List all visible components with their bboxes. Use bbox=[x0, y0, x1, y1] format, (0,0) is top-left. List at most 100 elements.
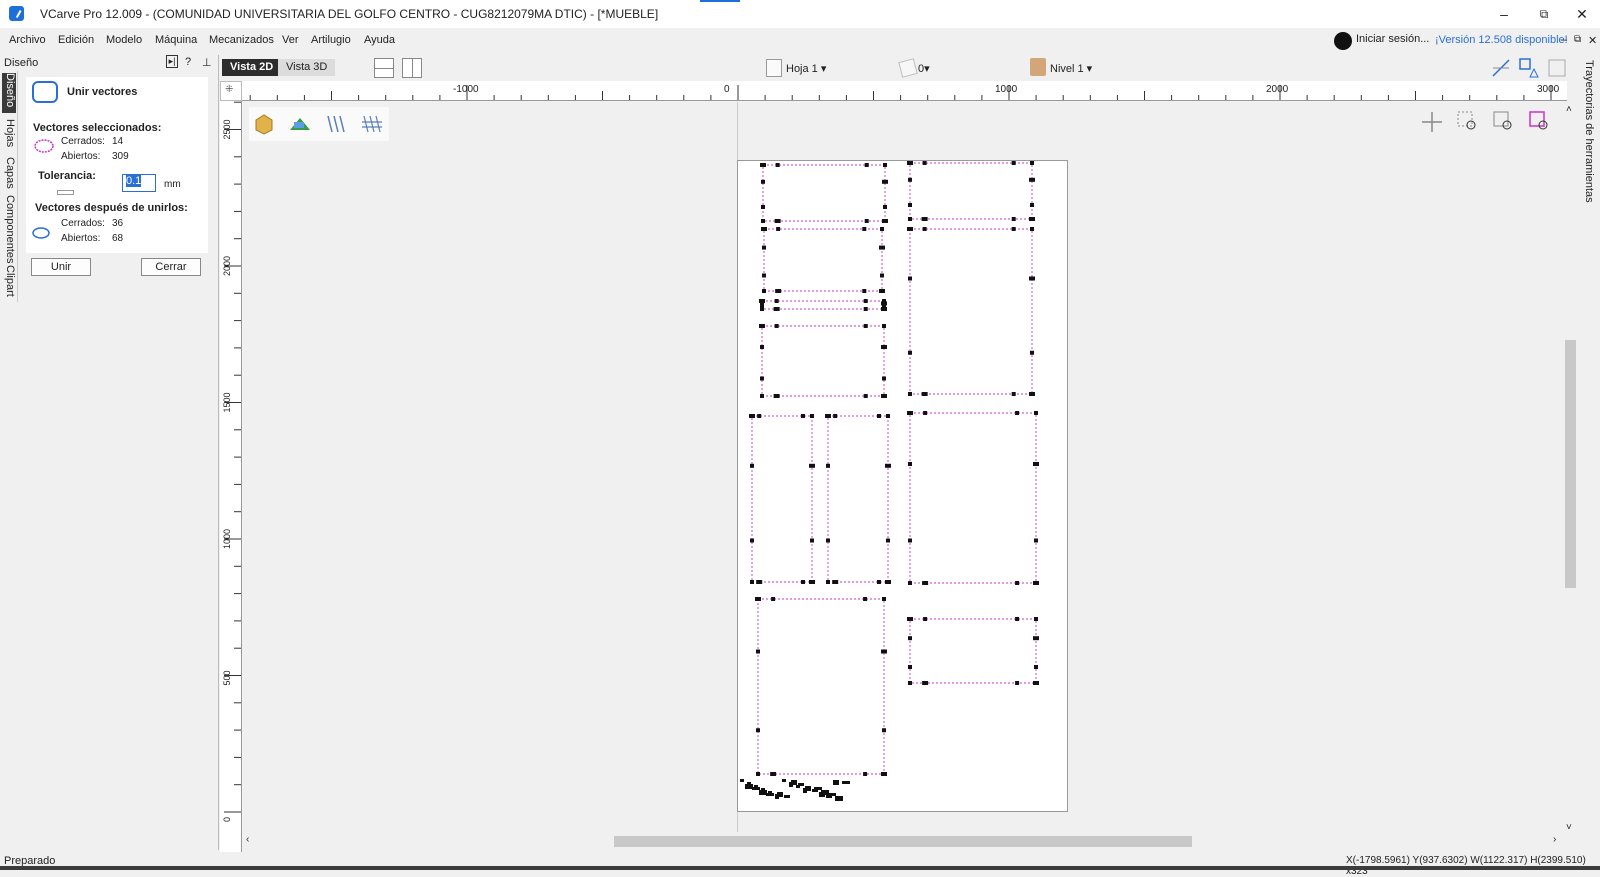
join-button[interactable]: Unir bbox=[31, 258, 91, 276]
small-part-node bbox=[833, 780, 839, 785]
tab-hojas[interactable]: Hojas bbox=[2, 119, 16, 153]
zoom-material-icon[interactable] bbox=[1528, 110, 1552, 134]
scroll-down-arrow[interactable]: ˅ bbox=[1566, 822, 1572, 833]
vector-part-outline[interactable] bbox=[909, 618, 1037, 684]
vector-node bbox=[886, 414, 890, 418]
vector-node bbox=[755, 597, 761, 601]
vector-node bbox=[809, 580, 815, 584]
small-part-node bbox=[759, 790, 767, 795]
split-horizontal-icon[interactable] bbox=[374, 58, 394, 78]
vector-part-outline[interactable] bbox=[757, 598, 885, 775]
toolpaths-panel-tab[interactable]: Trayectorias de herramientas bbox=[1583, 60, 1595, 203]
vector-part-outline[interactable] bbox=[827, 415, 889, 583]
vector-node bbox=[1029, 392, 1035, 396]
vector-node bbox=[1033, 681, 1039, 685]
restore-button[interactable]: ⧉ bbox=[1534, 5, 1554, 23]
vector-node bbox=[885, 580, 891, 584]
vector-node bbox=[775, 163, 780, 167]
tab-capas[interactable]: Capas bbox=[2, 157, 16, 191]
vector-node bbox=[880, 227, 884, 231]
tab-clipart[interactable]: Clipart bbox=[2, 265, 16, 301]
menu-archivo[interactable]: Archivo bbox=[9, 34, 46, 46]
tolerance-input[interactable]: 0.1 bbox=[122, 174, 156, 192]
vector-node bbox=[908, 462, 912, 466]
vector-node bbox=[756, 580, 763, 584]
vector-node bbox=[826, 538, 830, 543]
toolpath-cross-icon[interactable] bbox=[360, 112, 384, 136]
pin-icon[interactable]: ⊥ bbox=[202, 56, 212, 69]
user-account-icon[interactable] bbox=[1334, 32, 1352, 50]
vector-node bbox=[1034, 665, 1038, 669]
closed-label: Cerrados: bbox=[61, 136, 105, 147]
tab-componentes[interactable]: Componentes bbox=[2, 195, 16, 264]
scroll-right-arrow[interactable]: › bbox=[1553, 834, 1556, 845]
zoom-extents-icon[interactable] bbox=[1492, 110, 1516, 134]
tab-diseno[interactable]: Diseño bbox=[2, 73, 16, 113]
mdi-close-button[interactable]: ✕ bbox=[1588, 34, 1597, 47]
after-open-value: 68 bbox=[112, 233, 124, 244]
vector-node bbox=[826, 463, 830, 468]
signin-link[interactable]: Iniciar sesión... bbox=[1356, 33, 1429, 45]
vector-node bbox=[908, 581, 912, 585]
vector-node bbox=[1011, 217, 1016, 221]
menu-ver[interactable]: Ver bbox=[282, 34, 299, 46]
vector-part-outline[interactable] bbox=[909, 412, 1037, 584]
sheet-selector[interactable]: Hoja 1 ▾ bbox=[786, 62, 826, 75]
scroll-up-arrow[interactable]: ˄ bbox=[1566, 104, 1572, 115]
vector-node bbox=[886, 538, 890, 543]
pan-icon[interactable] bbox=[1420, 110, 1444, 134]
close-button[interactable]: Cerrar bbox=[141, 258, 201, 276]
vector-part-outline[interactable] bbox=[761, 325, 885, 397]
vector-part-outline[interactable] bbox=[909, 228, 1033, 395]
split-vertical-icon[interactable] bbox=[402, 58, 422, 78]
vector-node bbox=[882, 305, 886, 309]
material-setup-icon[interactable] bbox=[252, 112, 276, 136]
menu-maquina[interactable]: Máquina bbox=[155, 34, 197, 46]
help-icon[interactable]: ? bbox=[185, 56, 191, 68]
vector-node bbox=[882, 219, 888, 223]
vector-node bbox=[908, 203, 912, 207]
grid-icon[interactable] bbox=[1546, 57, 1568, 79]
tab-vista-3d[interactable]: Vista 3D bbox=[278, 59, 336, 76]
vector-node bbox=[1029, 177, 1035, 182]
toolpath-waves-icon[interactable] bbox=[324, 112, 348, 136]
zoom-box-icon[interactable] bbox=[1456, 110, 1480, 134]
vector-part-outline[interactable] bbox=[762, 164, 886, 222]
panel-collapse-icon[interactable]: ▸| bbox=[166, 55, 178, 68]
vector-part-outline[interactable] bbox=[751, 415, 813, 583]
close-window-button[interactable]: ✕ bbox=[1572, 5, 1592, 23]
menu-ayuda[interactable]: Ayuda bbox=[364, 34, 395, 46]
vertical-scroll-thumb[interactable] bbox=[1565, 340, 1576, 588]
horizontal-scroll-thumb[interactable] bbox=[614, 836, 1192, 847]
vector-part-outline[interactable] bbox=[909, 162, 1033, 220]
ruler-x-label: 0 bbox=[724, 84, 730, 95]
snap-icon[interactable] bbox=[1490, 57, 1512, 79]
vector-part-outline[interactable] bbox=[763, 228, 883, 292]
mdi-minimize-button[interactable]: – bbox=[1561, 34, 1567, 46]
menu-artilugio[interactable]: Artilugio bbox=[311, 34, 351, 46]
menu-edicion[interactable]: Edición bbox=[58, 34, 94, 46]
menu-mecanizados[interactable]: Mecanizados bbox=[209, 34, 274, 46]
vector-node bbox=[761, 227, 767, 231]
shape-snap-icon[interactable] bbox=[1518, 57, 1540, 79]
material-sheet[interactable] bbox=[737, 160, 1068, 812]
tab-vista-2d[interactable]: Vista 2D bbox=[222, 59, 282, 76]
level-selector[interactable]: Nivel 1 ▾ bbox=[1050, 62, 1092, 75]
panel-splitter[interactable] bbox=[218, 55, 219, 850]
menu-modelo[interactable]: Modelo bbox=[106, 34, 142, 46]
vector-node bbox=[773, 394, 780, 398]
layer-selector[interactable]: 0▾ bbox=[918, 62, 930, 75]
title-bar: VCarve Pro 12.009 - (COMUNIDAD UNIVERSIT… bbox=[0, 0, 1600, 28]
ruler-y-label: 1500 bbox=[222, 392, 232, 412]
minimize-button[interactable]: – bbox=[1494, 5, 1514, 23]
scroll-left-arrow[interactable]: ‹ bbox=[246, 834, 249, 845]
vector-node bbox=[1033, 636, 1039, 641]
ruler-y-label: 1000 bbox=[222, 529, 232, 549]
image-import-icon[interactable] bbox=[288, 112, 312, 136]
mdi-restore-button[interactable]: ⧉ bbox=[1574, 34, 1581, 45]
small-part-node bbox=[775, 794, 779, 799]
version-available-link[interactable]: ¡Versión 12.508 disponible! bbox=[1435, 34, 1568, 46]
title-accent-line bbox=[700, 0, 740, 2]
vector-node bbox=[1015, 681, 1020, 685]
vector-node bbox=[885, 463, 891, 468]
